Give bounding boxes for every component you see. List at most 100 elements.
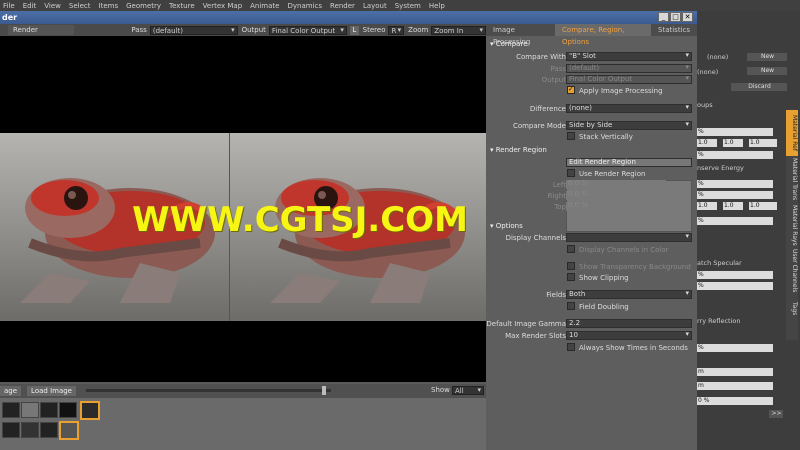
slot-thumbnail[interactable]	[40, 422, 58, 438]
bg-field-pct-3[interactable]: %	[697, 180, 773, 188]
menu-item[interactable]: Geometry	[126, 2, 161, 10]
stereo-select[interactable]: R	[388, 25, 405, 35]
bg-field-v6[interactable]: 1.0	[749, 202, 777, 210]
difference-select[interactable]: (none)	[566, 104, 692, 113]
vertical-tab[interactable]: Tags	[786, 294, 798, 324]
bg-field-pct-4[interactable]: %	[697, 191, 773, 199]
menu-item[interactable]: Items	[99, 2, 119, 10]
apply-processing-checkbox[interactable]	[567, 85, 575, 94]
compare-mode-select[interactable]: Side by Side	[566, 121, 692, 130]
field-doubling-checkbox[interactable]	[567, 302, 575, 310]
vertical-tab[interactable]: Material Trans	[786, 156, 798, 202]
section-compare[interactable]: Compare	[490, 40, 528, 48]
pass-select[interactable]: (default)	[149, 25, 238, 35]
vertical-tab[interactable]: Material Ref	[786, 110, 798, 156]
bg-field-pct-val[interactable]: 0 %	[697, 397, 773, 405]
bg-field-m2[interactable]: m	[697, 382, 773, 390]
minimize-icon[interactable]: _	[658, 12, 669, 22]
zoom-label: Zoom	[408, 26, 429, 34]
slot-thumbnail-selected-2[interactable]	[59, 421, 79, 440]
render-button[interactable]: Render	[8, 25, 75, 35]
window-title-bar[interactable]: der _ □ ✕	[0, 11, 697, 24]
bg-field-pct-6[interactable]: %	[697, 271, 773, 279]
vertical-tab[interactable]: Material Rays	[786, 202, 798, 248]
bg-expand-button[interactable]: >>	[769, 410, 783, 418]
bg-field-v1[interactable]: 1.0	[697, 139, 717, 147]
output-select[interactable]: Final Color Output	[268, 25, 347, 35]
menu-item[interactable]: Edit	[23, 2, 37, 10]
region-left-field[interactable]: 0.0 %	[566, 180, 666, 189]
left-eye-button[interactable]: L	[349, 25, 359, 35]
show-label: Show	[431, 386, 450, 394]
slot-thumbnail-selected[interactable]	[80, 401, 100, 420]
bg-field-v4[interactable]: 1.0	[697, 202, 717, 210]
use-render-region-label: Use Render Region	[579, 170, 646, 178]
field-doubling-label: Field Doubling	[579, 303, 629, 311]
bg-field-pct-7[interactable]: %	[697, 282, 773, 290]
menu-item[interactable]: Animate	[250, 2, 279, 10]
menu-item[interactable]: Dynamics	[287, 2, 322, 10]
zoom-select[interactable]: Zoom In	[431, 25, 486, 35]
bg-none-1: (none)	[707, 53, 729, 61]
vertical-tabs: Material Ref Material Trans Material Rays U…	[786, 110, 798, 340]
always-show-times-checkbox[interactable]	[567, 343, 575, 351]
region-right-field[interactable]: 0.0 %	[566, 191, 666, 200]
slot-thumbnail[interactable]	[59, 402, 77, 418]
image-button[interactable]: age	[0, 386, 22, 396]
section-render-region[interactable]: Render Region	[490, 146, 547, 154]
menu-item[interactable]: Vertex Map	[203, 2, 243, 10]
slot-thumbnail[interactable]	[21, 402, 39, 418]
slot-thumbnail[interactable]	[40, 402, 58, 418]
slot-thumbnail[interactable]	[21, 422, 39, 438]
bg-field-m1[interactable]: m	[697, 368, 773, 376]
show-transparency-checkbox[interactable]	[567, 262, 575, 270]
show-select[interactable]: All	[452, 386, 484, 395]
bg-field-v5[interactable]: 1.0	[723, 202, 743, 210]
gamma-field[interactable]: 2.2	[566, 319, 692, 328]
bg-field-v3[interactable]: 1.0	[749, 139, 777, 147]
bg-field-pct[interactable]: %	[697, 128, 773, 136]
bg-new-button-1[interactable]: New	[747, 53, 787, 61]
bg-field-pct-8[interactable]: %	[697, 344, 773, 352]
bg-none-2: (none)	[697, 68, 719, 76]
bg-field-pct-5[interactable]: %	[697, 217, 773, 225]
use-render-region-checkbox[interactable]	[567, 169, 575, 177]
bg-new-button-2[interactable]: New	[747, 67, 787, 75]
difference-label: Difference	[529, 105, 566, 113]
bg-discard-button[interactable]: Discard	[731, 83, 787, 91]
menu-item[interactable]: Render	[330, 2, 355, 10]
maximize-icon[interactable]: □	[670, 12, 681, 22]
show-transparency-label: Show Transparency Background	[579, 263, 691, 271]
timeline-scrubber[interactable]	[86, 386, 331, 395]
apply-processing-label: Apply Image Processing	[579, 87, 663, 95]
show-clipping-checkbox[interactable]	[567, 273, 575, 281]
tab-compare-region-options[interactable]: Compare, Region, Options	[555, 24, 651, 46]
menu-item[interactable]: View	[44, 2, 61, 10]
edit-render-region-button[interactable]: Edit Render Region	[566, 158, 692, 167]
menu-item[interactable]: Layout	[363, 2, 387, 10]
fields-select[interactable]: Both	[566, 290, 692, 299]
menu-item[interactable]: System	[395, 2, 421, 10]
compare-pass-select[interactable]: (default)	[566, 64, 692, 73]
max-slots-field[interactable]: 10	[566, 331, 692, 340]
tab-image-processing[interactable]: Image Processing	[486, 24, 555, 46]
fields-label: Fields	[546, 291, 566, 299]
menu-item[interactable]: File	[3, 2, 15, 10]
menu-item[interactable]: Help	[429, 2, 445, 10]
scrubber-handle[interactable]	[322, 386, 326, 395]
slot-thumbnail[interactable]	[2, 402, 20, 418]
display-in-color-checkbox[interactable]	[567, 245, 575, 253]
compare-output-select[interactable]: Final Color Output	[566, 75, 692, 84]
tab-statistics[interactable]: Statistics	[651, 24, 697, 36]
close-icon[interactable]: ✕	[682, 12, 693, 22]
bg-field-pct-2[interactable]: %	[697, 151, 773, 159]
render-window: der _ □ ✕ Render Pass (default) Output F…	[0, 11, 697, 450]
vertical-tab[interactable]: User Channels	[786, 248, 798, 294]
menu-item[interactable]: Texture	[169, 2, 195, 10]
slot-thumbnail[interactable]	[2, 422, 20, 438]
compare-with-select[interactable]: "B" Slot	[566, 52, 692, 61]
stack-vertically-checkbox[interactable]	[567, 132, 575, 140]
bg-field-v2[interactable]: 1.0	[723, 139, 743, 147]
menu-item[interactable]: Select	[69, 2, 91, 10]
load-image-button[interactable]: Load Image	[27, 386, 76, 396]
